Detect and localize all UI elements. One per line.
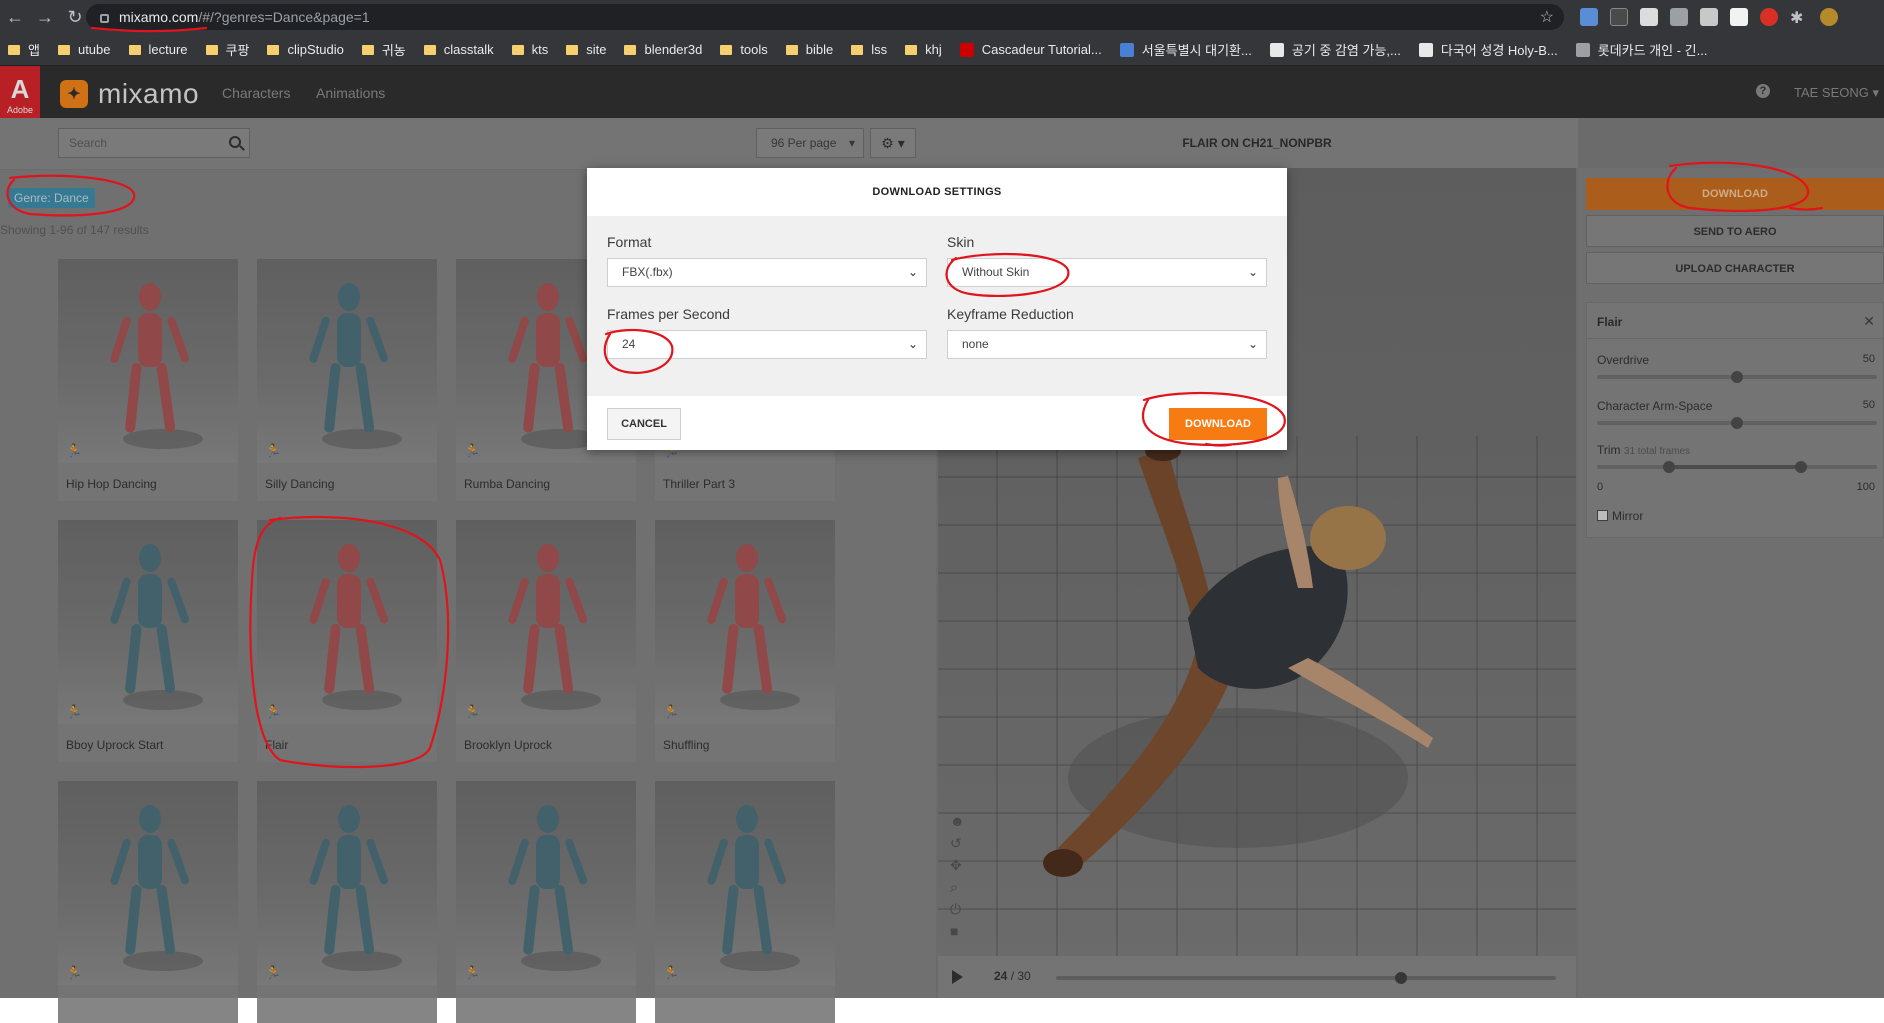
bookmark-item[interactable]: khj [905,42,942,57]
forward-icon[interactable]: → [30,7,60,28]
bookmark-item[interactable]: classtalk [423,42,494,57]
folder-icon [128,44,141,55]
folder-icon [624,44,637,55]
bookmark-item[interactable]: kts [511,42,548,57]
format-label: Format [607,234,652,250]
folder-icon [361,44,374,55]
folder-icon [423,44,436,55]
folder-icon [720,44,733,55]
extension-icon[interactable] [1670,8,1688,26]
folder-icon [851,44,864,55]
back-icon[interactable]: ← [0,7,30,28]
site-favicon-icon [959,42,974,57]
extension-icon[interactable] [1700,8,1718,26]
bookmark-item[interactable]: 쿠팡 [205,40,249,59]
bookmark-item[interactable]: utube [57,42,111,57]
fps-label: Frames per Second [607,306,730,322]
folder-icon [905,44,918,55]
bookmark-item[interactable]: tools [720,42,768,57]
folder-icon [785,44,798,55]
bookmark-item[interactable]: 귀농 [361,40,406,59]
dialog-title: DOWNLOAD SETTINGS [872,186,1002,198]
bookmark-item[interactable]: 서울특별시 대기환... [1119,40,1252,59]
site-favicon-icon [1575,42,1590,57]
extension-icon[interactable] [1760,8,1778,26]
bookmark-item[interactable]: 앱 [8,40,40,59]
format-select[interactable]: FBX(.fbx) ⌄ [607,258,927,287]
cancel-button[interactable]: CANCEL [607,408,681,440]
bookmark-item[interactable]: Cascadeur Tutorial... [959,42,1102,57]
address-bar[interactable]: mixamo.com/#/?genres=Dance&page=1 ☆ [86,4,1564,30]
keyframe-reduction-select[interactable]: none ⌄ [947,330,1267,359]
bookmarks-bar: 앱 utube lecture 쿠팡 clipStudio 귀농 classtalk kts s… [0,34,1884,66]
bookmark-item[interactable]: lecture [128,42,188,57]
profile-avatar[interactable] [1820,8,1838,26]
bookmark-star-icon[interactable]: ☆ [1540,7,1554,27]
extension-icon[interactable] [1580,8,1598,26]
chevron-down-icon: ⌄ [1247,337,1258,351]
extension-icon[interactable] [1610,8,1628,26]
bookmark-item[interactable]: 롯데카드 개인 - 긴... [1575,40,1707,59]
bookmark-item[interactable]: site [566,42,606,57]
site-favicon-icon [1418,42,1433,57]
folder-icon [205,44,218,55]
site-favicon-icon [1119,42,1134,57]
folder-icon [566,44,579,55]
bookmark-item[interactable]: lss [851,42,887,57]
extension-icon[interactable] [1730,8,1748,26]
folder-icon [511,44,524,55]
folder-icon [8,44,20,55]
chevron-down-icon: ⌄ [1247,265,1258,279]
dialog-download-button[interactable]: DOWNLOAD [1169,408,1267,440]
folder-icon [57,44,70,55]
folder-icon [267,44,280,55]
site-favicon-icon [1269,42,1284,57]
url-domain: mixamo.com [119,9,199,25]
lock-icon [100,13,109,23]
fps-select[interactable]: 24 ⌄ [607,330,927,359]
dialog-body: Format FBX(.fbx) ⌄ Skin Without Skin ⌄ Fra… [587,216,1287,396]
bookmark-item[interactable]: 공기 중 감염 가능,... [1269,40,1401,59]
url-path: /#/?genres=Dance&page=1 [198,9,370,25]
skin-label: Skin [947,234,975,250]
bookmark-item[interactable]: clipStudio [267,42,344,57]
chevron-down-icon: ⌄ [907,265,918,279]
chevron-down-icon: ⌄ [907,337,918,351]
puzzle-icon[interactable]: ✱ [1790,8,1808,27]
bookmark-item[interactable]: blender3d [624,42,702,57]
bookmark-item[interactable]: 다국어 성경 Holy-B... [1418,40,1558,59]
extension-icon[interactable] [1640,8,1658,26]
download-settings-dialog: DOWNLOAD SETTINGS Format FBX(.fbx) ⌄ Skin… [587,168,1287,450]
bookmark-item[interactable]: bible [785,42,833,57]
skin-select[interactable]: Without Skin ⌄ [947,258,1267,287]
keyframe-reduction-label: Keyframe Reduction [947,306,1074,322]
dialog-footer: CANCEL DOWNLOAD [587,396,1287,450]
